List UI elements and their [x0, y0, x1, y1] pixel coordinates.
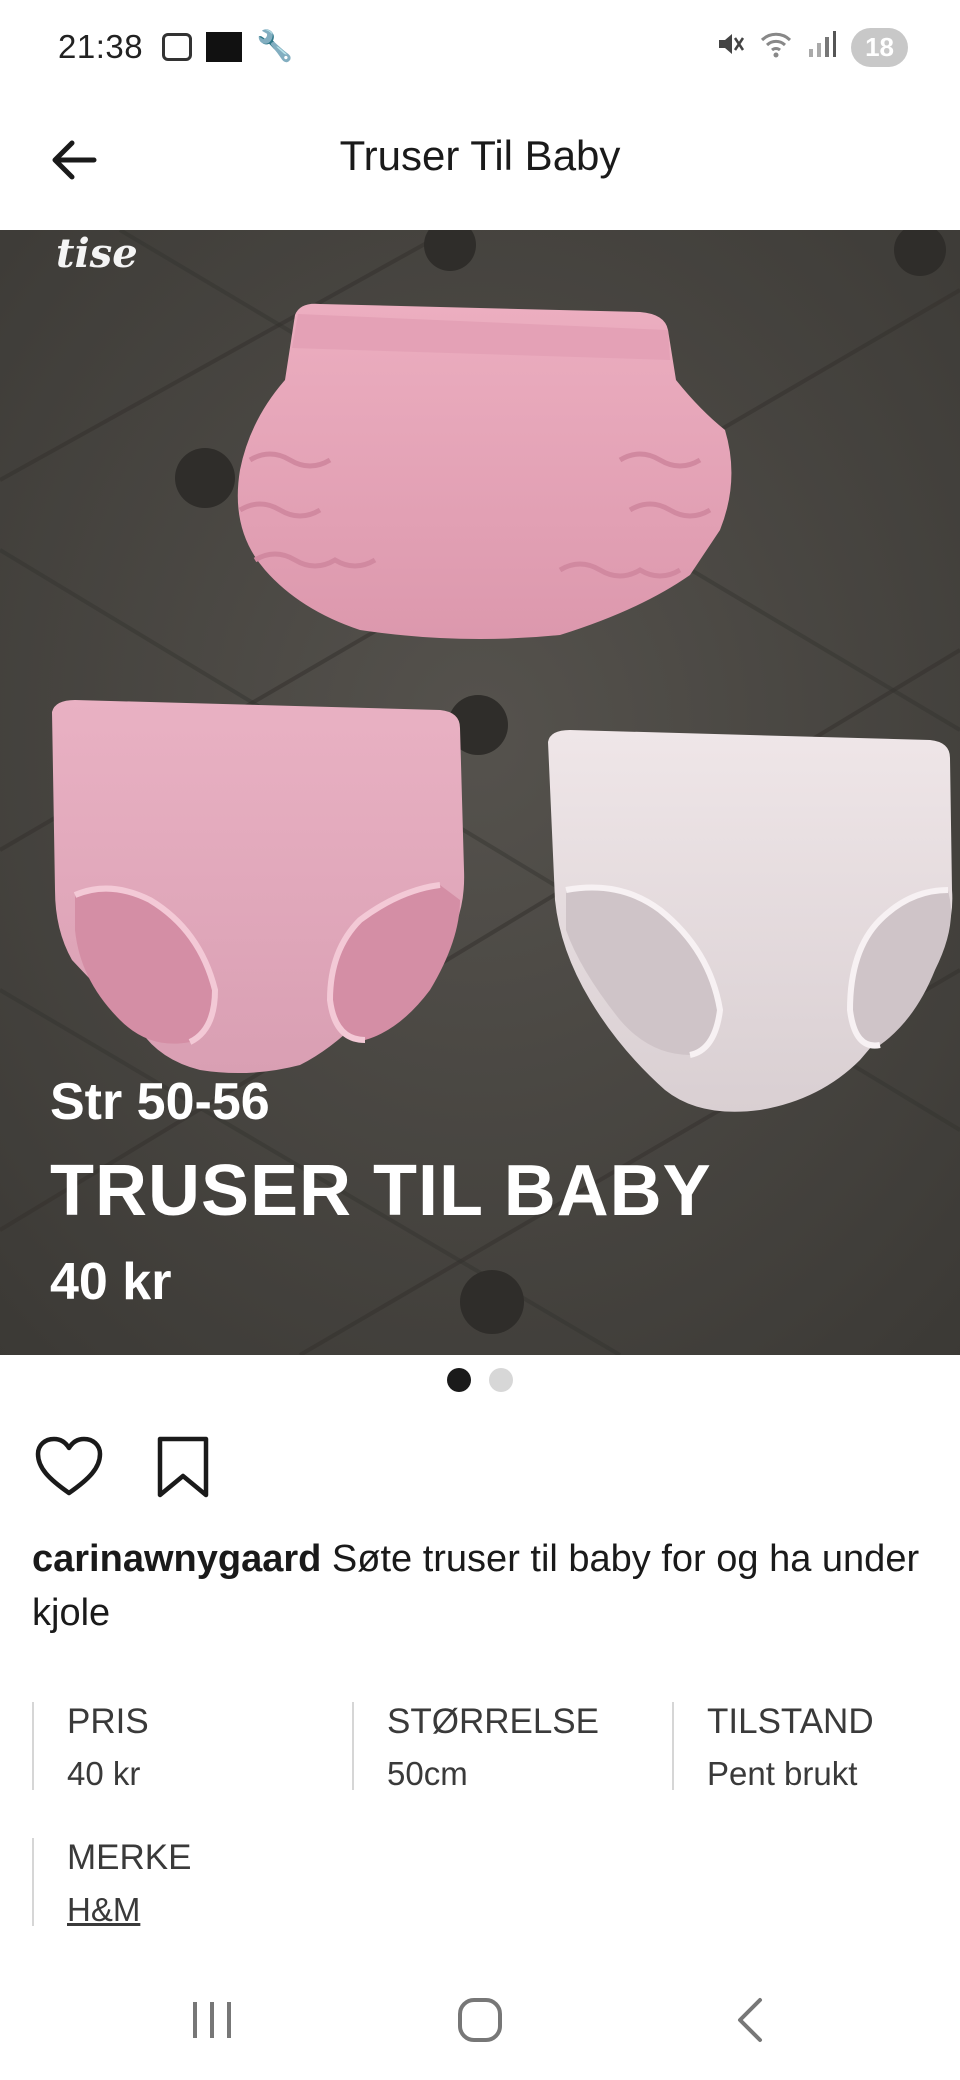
- detail-value: Pent brukt: [707, 1755, 858, 1792]
- carousel-indicator: [0, 1368, 960, 1392]
- heart-icon: [35, 1436, 103, 1496]
- status-icons-left: 🔧: [162, 32, 293, 62]
- pink-bloomers: [237, 303, 732, 639]
- image-watermark: tise: [56, 230, 138, 277]
- image-title-text: TRUSER TIL BABY: [50, 1151, 712, 1231]
- carousel-dot[interactable]: [489, 1368, 513, 1392]
- carousel-dot-active[interactable]: [447, 1368, 471, 1392]
- status-bar: 21:38 🔧 18: [0, 0, 960, 100]
- action-bar: [32, 1430, 220, 1504]
- recents-icon: [193, 2002, 231, 2038]
- listing-description: carinawnygaard Søte truser til baby for …: [32, 1532, 932, 1640]
- bookmark-icon: [157, 1436, 209, 1498]
- like-button[interactable]: [32, 1430, 106, 1504]
- status-time: 21:38: [58, 28, 144, 65]
- detail-label: MERKE: [67, 1838, 192, 1877]
- system-back-button[interactable]: [710, 1990, 790, 2050]
- image-size-text: Str 50-56: [50, 1073, 270, 1131]
- seller-username[interactable]: carinawnygaard: [32, 1538, 321, 1580]
- recents-button[interactable]: [172, 1990, 252, 2050]
- image-price-text: 40 kr: [50, 1253, 172, 1311]
- app-logo-icon: [206, 32, 242, 62]
- wifi-icon: [759, 29, 793, 66]
- detail-brand: MERKE H&M: [32, 1838, 192, 1928]
- detail-price: PRIS 40 kr: [32, 1702, 149, 1792]
- back-chevron-icon: [738, 1998, 762, 2042]
- mute-icon: [715, 29, 745, 66]
- brand-link[interactable]: H&M: [67, 1890, 191, 1930]
- signal-icon: [807, 29, 837, 66]
- app-header: Truser Til Baby: [0, 100, 960, 230]
- detail-condition: TILSTAND Pent brukt: [672, 1702, 874, 1792]
- detail-value: 40 kr: [67, 1755, 141, 1792]
- system-nav-bar: [0, 1960, 960, 2080]
- home-icon: [458, 1998, 502, 2042]
- detail-size: STØRRELSE 50cm: [352, 1702, 599, 1792]
- detail-label: STØRRELSE: [387, 1702, 599, 1741]
- screenshot-icon: [162, 33, 192, 61]
- page-title: Truser Til Baby: [339, 132, 621, 179]
- detail-value: 50cm: [387, 1755, 468, 1792]
- status-icons-right: 18: [715, 28, 908, 67]
- wrench-icon: 🔧: [256, 30, 294, 63]
- detail-label: TILSTAND: [707, 1702, 874, 1741]
- battery-indicator: 18: [851, 28, 908, 67]
- detail-label: PRIS: [67, 1702, 149, 1741]
- home-button[interactable]: [440, 1990, 520, 2050]
- save-button[interactable]: [146, 1430, 220, 1504]
- product-image[interactable]: tise Str 50-56 TRUSER TIL BABY 40 kr: [0, 230, 960, 1355]
